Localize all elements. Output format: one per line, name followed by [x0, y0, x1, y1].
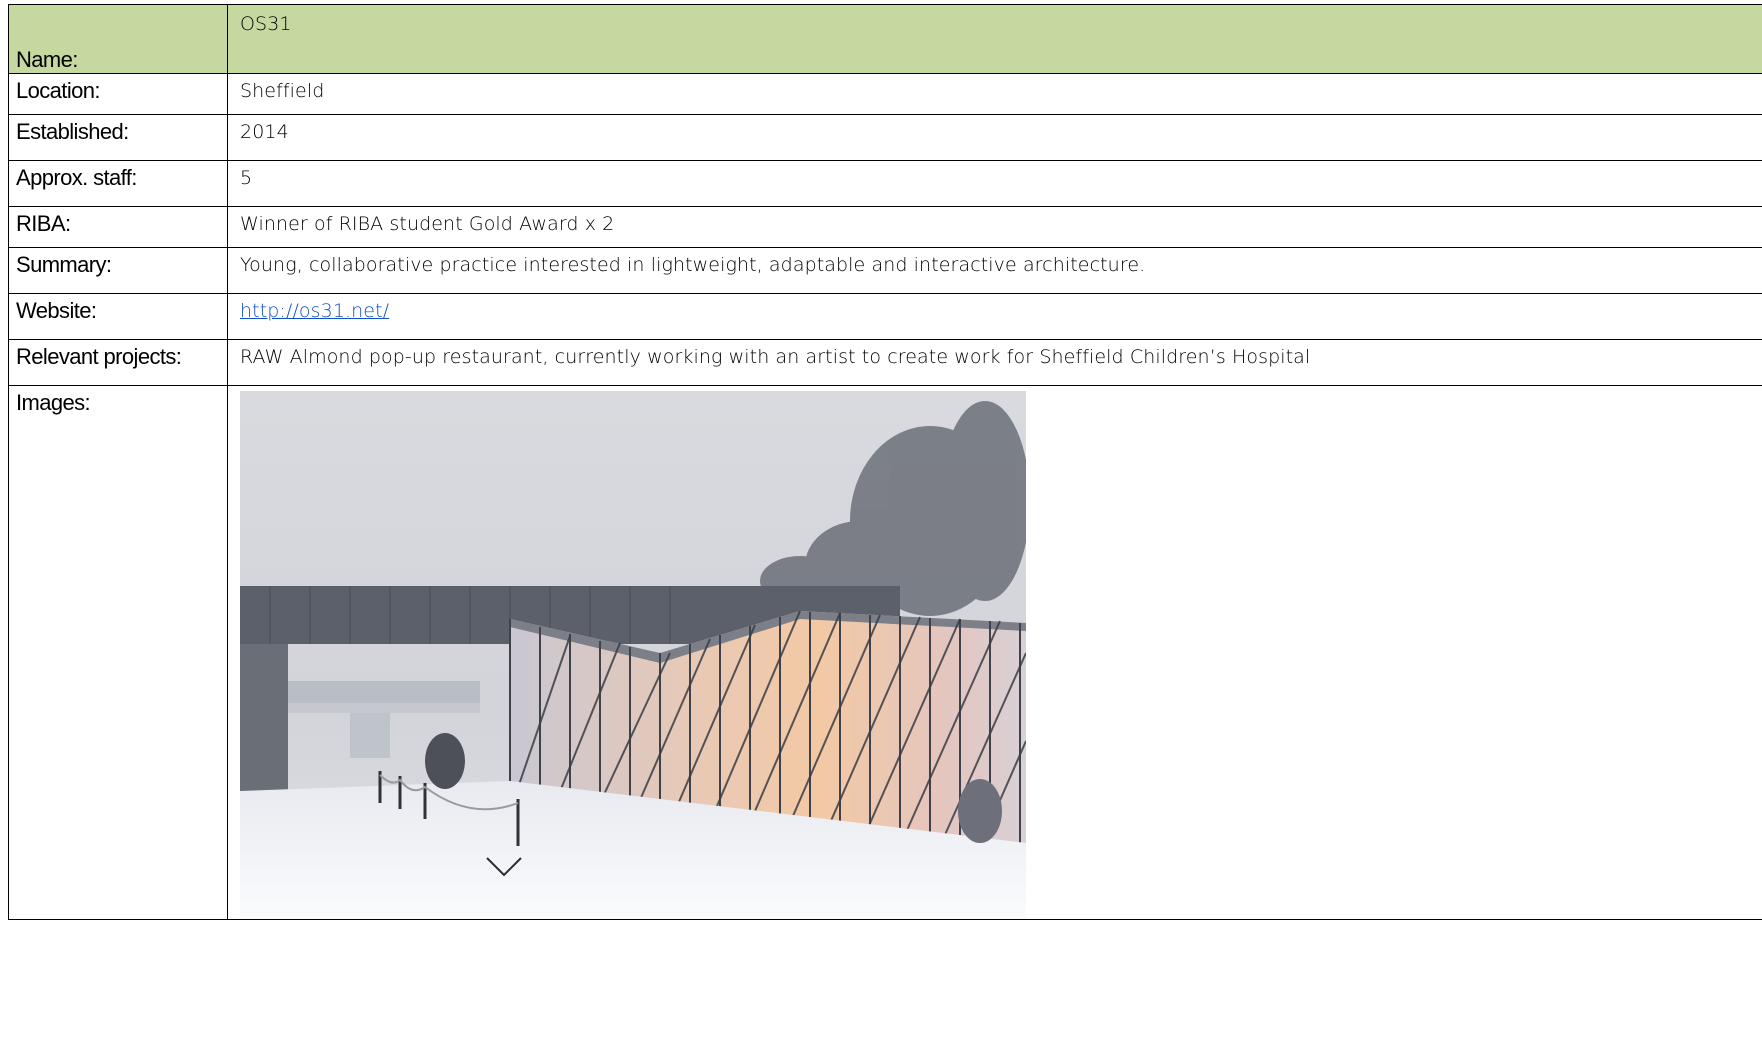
riba-value: Winner of RIBA student Gold Award x 2 [240, 213, 615, 235]
images-label-cell: Images: [8, 385, 228, 920]
name-label: Name: [16, 47, 78, 72]
row-name: Name: OS31 [8, 4, 1762, 74]
location-value: Sheffield [240, 80, 325, 102]
pavilion-illustration [240, 391, 1026, 919]
summary-value: Young, collaborative practice interested… [240, 254, 1146, 276]
established-value: 2014 [240, 121, 289, 143]
projects-label-cell: Relevant projects: [8, 339, 228, 386]
riba-label: RIBA: [16, 211, 71, 236]
name-label-cell: Name: [8, 4, 228, 74]
summary-value-cell: Young, collaborative practice interested… [227, 247, 1762, 294]
projects-label: Relevant projects: [16, 344, 182, 369]
row-projects: Relevant projects: RAW Almond pop-up res… [8, 339, 1762, 386]
projects-value: RAW Almond pop-up restaurant, currently … [240, 346, 1311, 368]
website-value-cell: http://os31.net/ [227, 293, 1762, 340]
website-link[interactable]: http://os31.net/ [240, 300, 389, 322]
name-value-cell: OS31 [227, 4, 1762, 74]
staff-label: Approx. staff: [16, 165, 137, 190]
established-value-cell: 2014 [227, 114, 1762, 161]
row-established: Established: 2014 [8, 114, 1762, 161]
row-summary: Summary: Young, collaborative practice i… [8, 247, 1762, 294]
established-label: Established: [16, 119, 129, 144]
staff-value-cell: 5 [227, 160, 1762, 207]
row-location: Location: Sheffield [8, 73, 1762, 115]
website-label-cell: Website: [8, 293, 228, 340]
project-photo [240, 391, 1026, 919]
name-value: OS31 [240, 13, 292, 35]
row-images: Images: [8, 385, 1762, 920]
location-label-cell: Location: [8, 73, 228, 115]
images-value-cell [227, 385, 1762, 920]
location-value-cell: Sheffield [227, 73, 1762, 115]
staff-label-cell: Approx. staff: [8, 160, 228, 207]
website-label: Website: [16, 298, 97, 323]
practice-profile-table: Name: OS31 Location: Sheffield Establish… [8, 4, 1762, 920]
staff-value: 5 [240, 167, 253, 189]
location-label: Location: [16, 78, 100, 103]
riba-label-cell: RIBA: [8, 206, 228, 248]
riba-value-cell: Winner of RIBA student Gold Award x 2 [227, 206, 1762, 248]
projects-value-cell: RAW Almond pop-up restaurant, currently … [227, 339, 1762, 386]
images-label: Images: [16, 390, 91, 415]
summary-label-cell: Summary: [8, 247, 228, 294]
established-label-cell: Established: [8, 114, 228, 161]
chevron-down-icon[interactable] [484, 855, 524, 879]
row-website: Website: http://os31.net/ [8, 293, 1762, 340]
row-staff: Approx. staff: 5 [8, 160, 1762, 207]
summary-label: Summary: [16, 252, 112, 277]
row-riba: RIBA: Winner of RIBA student Gold Award … [8, 206, 1762, 248]
